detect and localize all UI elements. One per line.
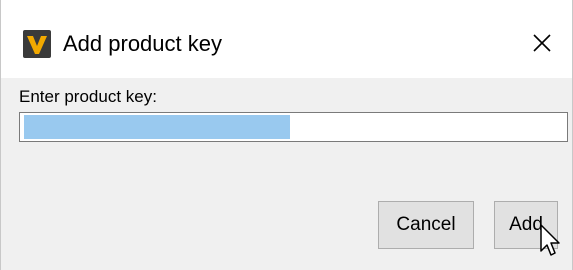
app-logo-icon [23, 30, 51, 58]
cancel-button[interactable]: Cancel [378, 201, 474, 249]
close-icon [533, 34, 551, 52]
close-button[interactable] [525, 26, 559, 60]
product-key-input[interactable] [19, 112, 568, 142]
mouse-pointer-icon [539, 223, 565, 259]
dialog-title: Add product key [63, 31, 222, 56]
text-selection-highlight [24, 115, 290, 139]
title-bar: Add product key [1, 0, 572, 78]
add-product-key-dialog: Add product key Enter product key: Cance… [0, 0, 573, 270]
dialog-content: Enter product key: Cancel Add [1, 78, 572, 270]
product-key-label: Enter product key: [19, 87, 157, 106]
